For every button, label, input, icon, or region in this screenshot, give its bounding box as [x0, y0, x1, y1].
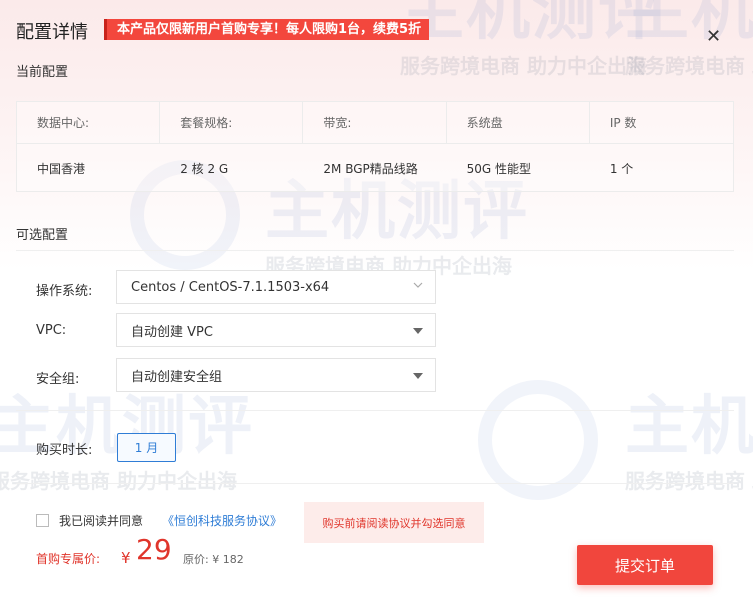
- current-config-label: 当前配置: [16, 65, 69, 80]
- col-bandwidth: 带宽:: [303, 102, 447, 143]
- caret-down-icon: [413, 373, 423, 379]
- config-modal: 配置详情 本产品仅限新用户首购专享！每人限购1台，续费5折 ✕ 当前配置 数据中…: [0, 0, 753, 600]
- duration-option-1-month[interactable]: 1 月: [117, 433, 176, 462]
- modal-title: 配置详情: [16, 22, 88, 43]
- vpc-label: VPC:: [36, 323, 67, 338]
- vpc-select[interactable]: 自动创建 VPC: [116, 313, 436, 347]
- os-select-value: Centos / CentOS-7.1.1503-x64: [131, 279, 330, 295]
- col-spec: 套餐规格:: [160, 102, 304, 143]
- divider: [16, 250, 734, 251]
- security-group-label: 安全组:: [36, 372, 80, 387]
- config-table-header: 数据中心: 套餐规格: 带宽: 系统盘 IP 数: [17, 102, 733, 144]
- os-select[interactable]: Centos / CentOS-7.1.1503-x64: [116, 270, 436, 304]
- col-disk: 系统盘: [447, 102, 590, 143]
- security-group-select-value: 自动创建安全组: [131, 369, 223, 385]
- price-value: 29: [136, 533, 172, 566]
- table-row: 中国香港 2 核 2 G 2M BGP精品线路 50G 性能型 1 个: [17, 144, 733, 192]
- col-datacenter: 数据中心:: [17, 102, 161, 143]
- caret-down-icon: [413, 328, 423, 334]
- divider: [16, 410, 734, 411]
- price-label: 首购专属价:: [36, 552, 101, 566]
- val-bandwidth: 2M BGP精品线路: [323, 161, 418, 176]
- col-ip: IP 数: [609, 116, 637, 130]
- close-icon[interactable]: ✕: [706, 28, 721, 46]
- submit-order-button[interactable]: 提交订单: [577, 545, 713, 585]
- duration-label: 购买时长:: [36, 443, 93, 458]
- price-currency: ¥: [121, 549, 131, 567]
- promo-banner: 本产品仅限新用户首购专享！每人限购1台，续费5折: [104, 19, 430, 40]
- val-ip: 1 个: [609, 161, 634, 176]
- service-agreement-link[interactable]: 《恒创科技服务协议》: [162, 512, 282, 529]
- config-table: 数据中心: 套餐规格: 带宽: 系统盘 IP 数 中国香港 2 核 2 G 2M…: [16, 101, 734, 192]
- security-group-select[interactable]: 自动创建安全组: [116, 358, 436, 392]
- agreement-warning: 购买前请阅读协议并勾选同意: [304, 502, 484, 543]
- val-disk: 50G 性能型: [466, 161, 531, 176]
- val-datacenter: 中国香港: [37, 161, 86, 176]
- chevron-down-icon: [413, 282, 423, 288]
- val-spec: 2 核 2 G: [180, 161, 229, 176]
- original-price: 原价: ¥ 182: [183, 553, 244, 566]
- divider: [16, 483, 734, 484]
- vpc-select-value: 自动创建 VPC: [131, 324, 213, 340]
- agree-checkbox[interactable]: [36, 514, 49, 527]
- agree-text: 我已阅读并同意: [59, 514, 144, 528]
- optional-config-label: 可选配置: [16, 228, 69, 243]
- os-label: 操作系统:: [36, 284, 93, 299]
